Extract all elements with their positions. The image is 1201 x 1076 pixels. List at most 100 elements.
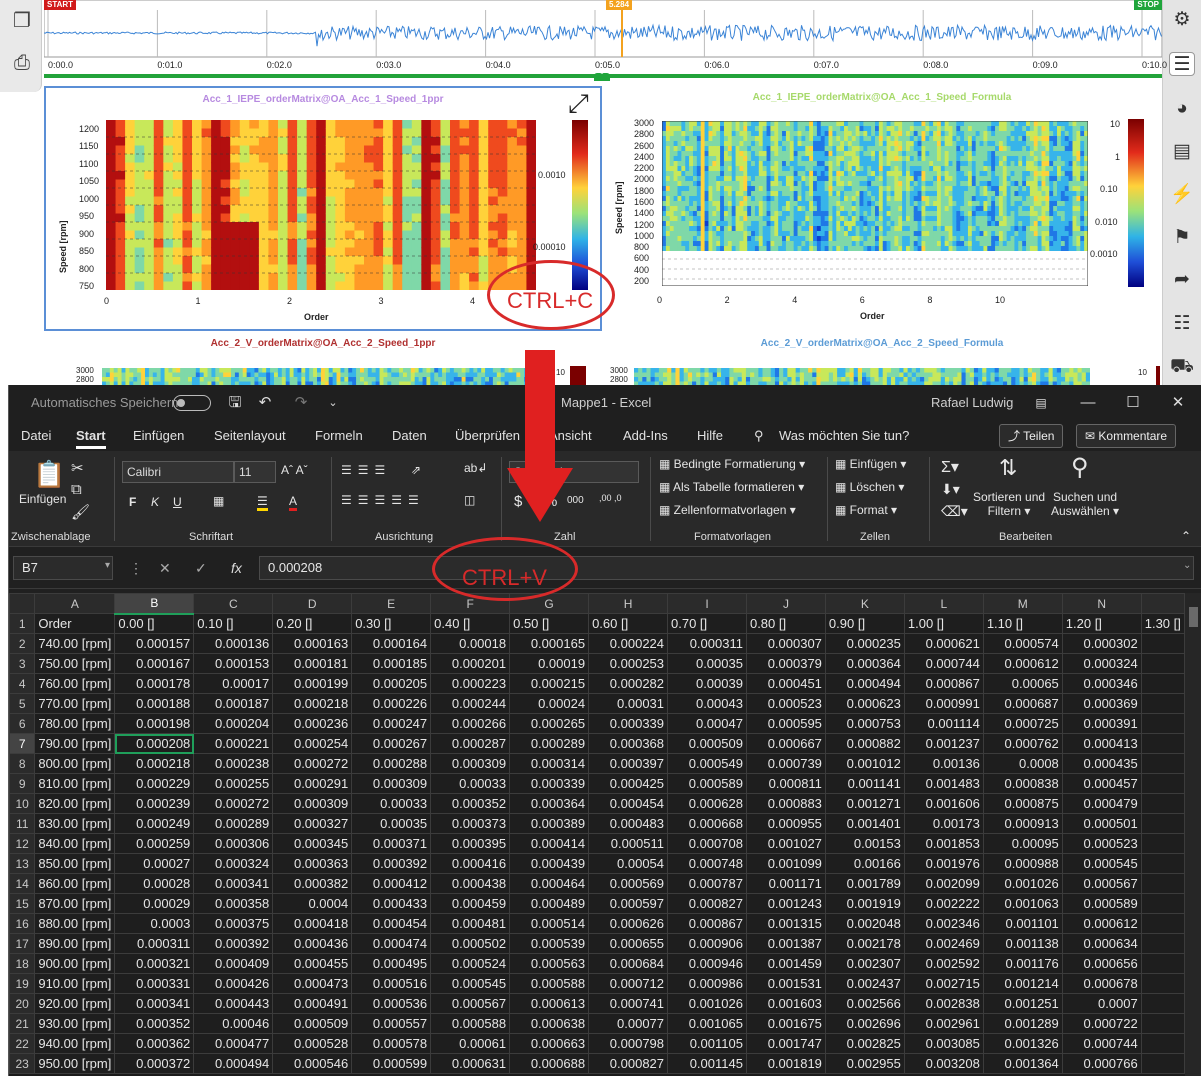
tab-data[interactable]: Daten: [392, 428, 427, 443]
cell[interactable]: 0.10 []: [193, 613, 274, 634]
cell[interactable]: 0.000748: [667, 853, 747, 874]
cell[interactable]: 850.00 [rpm]: [34, 853, 116, 874]
cell[interactable]: 0.000668: [667, 813, 747, 834]
cell[interactable]: 0.001326: [982, 1033, 1063, 1054]
cell[interactable]: 0.000613: [509, 993, 590, 1014]
cell[interactable]: 0.000457: [1061, 773, 1142, 794]
cell[interactable]: 0.000827: [588, 1053, 669, 1074]
cell[interactable]: 0.0008: [982, 753, 1063, 774]
cell[interactable]: 0.00029: [114, 893, 195, 914]
conditional-format-button[interactable]: ▦ Bedingte Formatierung ▾: [659, 457, 805, 471]
cell[interactable]: 0.000827: [667, 893, 747, 914]
cell[interactable]: 0.000511: [588, 833, 669, 854]
cell[interactable]: 0.000523: [1061, 833, 1142, 854]
cell[interactable]: 930.00 [rpm]: [34, 1013, 116, 1034]
cell[interactable]: 0.00035: [351, 813, 432, 834]
hierarchy-icon[interactable]: ☷: [1169, 312, 1195, 336]
cell[interactable]: 0.30 []: [351, 613, 432, 634]
cell[interactable]: 0.00153: [824, 833, 905, 854]
cell[interactable]: 0.000314: [509, 753, 590, 774]
share-button[interactable]: ⤴ Teilen: [999, 424, 1064, 448]
cell[interactable]: 940.00 [rpm]: [34, 1033, 116, 1054]
select-all-corner[interactable]: [9, 593, 36, 614]
row-header[interactable]: 19: [9, 973, 36, 994]
cell[interactable]: 0.001101: [982, 913, 1063, 934]
cell[interactable]: [1140, 693, 1185, 714]
cell[interactable]: 0.000867: [667, 913, 747, 934]
vertical-scrollbar[interactable]: [1185, 593, 1201, 1076]
cell[interactable]: [1140, 953, 1185, 974]
cell[interactable]: 0.000201: [430, 653, 511, 674]
cell[interactable]: 0.000986: [667, 973, 747, 994]
cell[interactable]: 0.00017: [193, 673, 274, 694]
cell[interactable]: 0.001483: [903, 773, 984, 794]
cell[interactable]: 0.000221: [193, 733, 274, 754]
italic-button[interactable]: K: [151, 495, 159, 509]
cell[interactable]: 1.10 []: [982, 613, 1063, 634]
cell[interactable]: 0.000205: [351, 673, 432, 694]
column-header[interactable]: E: [351, 593, 432, 614]
cell[interactable]: 0.000253: [588, 653, 669, 674]
cell[interactable]: 0.000352: [430, 793, 511, 814]
column-header[interactable]: M: [982, 593, 1063, 614]
cell[interactable]: 0.000372: [114, 1053, 195, 1074]
cell[interactable]: 0.000567: [1061, 873, 1142, 894]
row-header[interactable]: 3: [9, 653, 36, 674]
insert-cells-button[interactable]: ▦ Einfügen ▾: [835, 457, 906, 471]
cell[interactable]: 0.000739: [745, 753, 826, 774]
enter-icon[interactable]: ✓: [195, 560, 207, 577]
cut-icon[interactable]: ✂: [71, 459, 84, 477]
expand-formula-icon[interactable]: ⌄: [1183, 560, 1191, 571]
cell[interactable]: 0.000474: [351, 933, 432, 954]
cell[interactable]: 0.000684: [588, 953, 669, 974]
cell[interactable]: 0.001114: [903, 713, 984, 734]
cell[interactable]: 0.000345: [272, 833, 353, 854]
cell[interactable]: 0.000612: [1061, 913, 1142, 934]
cell[interactable]: 0.000597: [588, 893, 669, 914]
cell[interactable]: 760.00 [rpm]: [34, 673, 116, 694]
cell[interactable]: 0.000409: [193, 953, 274, 974]
cell[interactable]: 0.000247: [351, 713, 432, 734]
cell[interactable]: 790.00 [rpm]: [34, 733, 116, 754]
cell[interactable]: 0.002696: [824, 1013, 905, 1034]
format-cells-button[interactable]: ▦ Format ▾: [835, 503, 897, 517]
cell[interactable]: 0.000224: [588, 633, 669, 654]
cell-styles-button[interactable]: ▦ Zellenformatvorlagen ▾: [659, 503, 796, 517]
clipboard-paste-icon[interactable]: 📋: [33, 459, 65, 490]
more-icon[interactable]: ⋮: [129, 560, 143, 577]
wrap-text-icon[interactable]: ab↲: [464, 461, 487, 475]
cell[interactable]: 0.000946: [667, 953, 747, 974]
cell[interactable]: 0.000425: [588, 773, 669, 794]
format-as-table-button[interactable]: ▦ Als Tabelle formatieren ▾: [659, 480, 804, 494]
cell[interactable]: 0.00019: [509, 653, 590, 674]
cell[interactable]: 0.00136: [903, 753, 984, 774]
cell[interactable]: 0.002307: [824, 953, 905, 974]
cell[interactable]: 0.001026: [982, 873, 1063, 894]
cell[interactable]: 0.000798: [588, 1033, 669, 1054]
cell[interactable]: 0.000267: [351, 733, 432, 754]
cell[interactable]: 0.001819: [745, 1053, 826, 1074]
borders-icon[interactable]: ▦: [213, 494, 224, 508]
print-icon[interactable]: ⎙: [10, 52, 34, 74]
row-header[interactable]: 12: [9, 833, 36, 854]
font-size-select[interactable]: 11: [234, 461, 276, 483]
cell[interactable]: 0.001387: [745, 933, 826, 954]
cell[interactable]: 0.000811: [745, 773, 826, 794]
cell[interactable]: 0.000289: [193, 813, 274, 834]
cell[interactable]: 1.00 []: [903, 613, 984, 634]
cell[interactable]: 0.000494: [824, 673, 905, 694]
cell[interactable]: 0.00046: [193, 1013, 274, 1034]
cell[interactable]: 0.60 []: [588, 613, 669, 634]
cell[interactable]: 0.000181: [272, 653, 353, 674]
cell[interactable]: 0.000741: [588, 993, 669, 1014]
cell[interactable]: 0.000589: [667, 773, 747, 794]
cell[interactable]: 0.0003: [114, 913, 195, 934]
cell[interactable]: 1.20 []: [1061, 613, 1142, 634]
cell[interactable]: [1140, 1013, 1185, 1034]
row-header[interactable]: 13: [9, 853, 36, 874]
cell[interactable]: 0.000433: [351, 893, 432, 914]
cell[interactable]: 0.002048: [824, 913, 905, 934]
cell[interactable]: 0.000324: [193, 853, 274, 874]
cell[interactable]: 0.00047: [667, 713, 747, 734]
cell[interactable]: 0.000667: [745, 733, 826, 754]
